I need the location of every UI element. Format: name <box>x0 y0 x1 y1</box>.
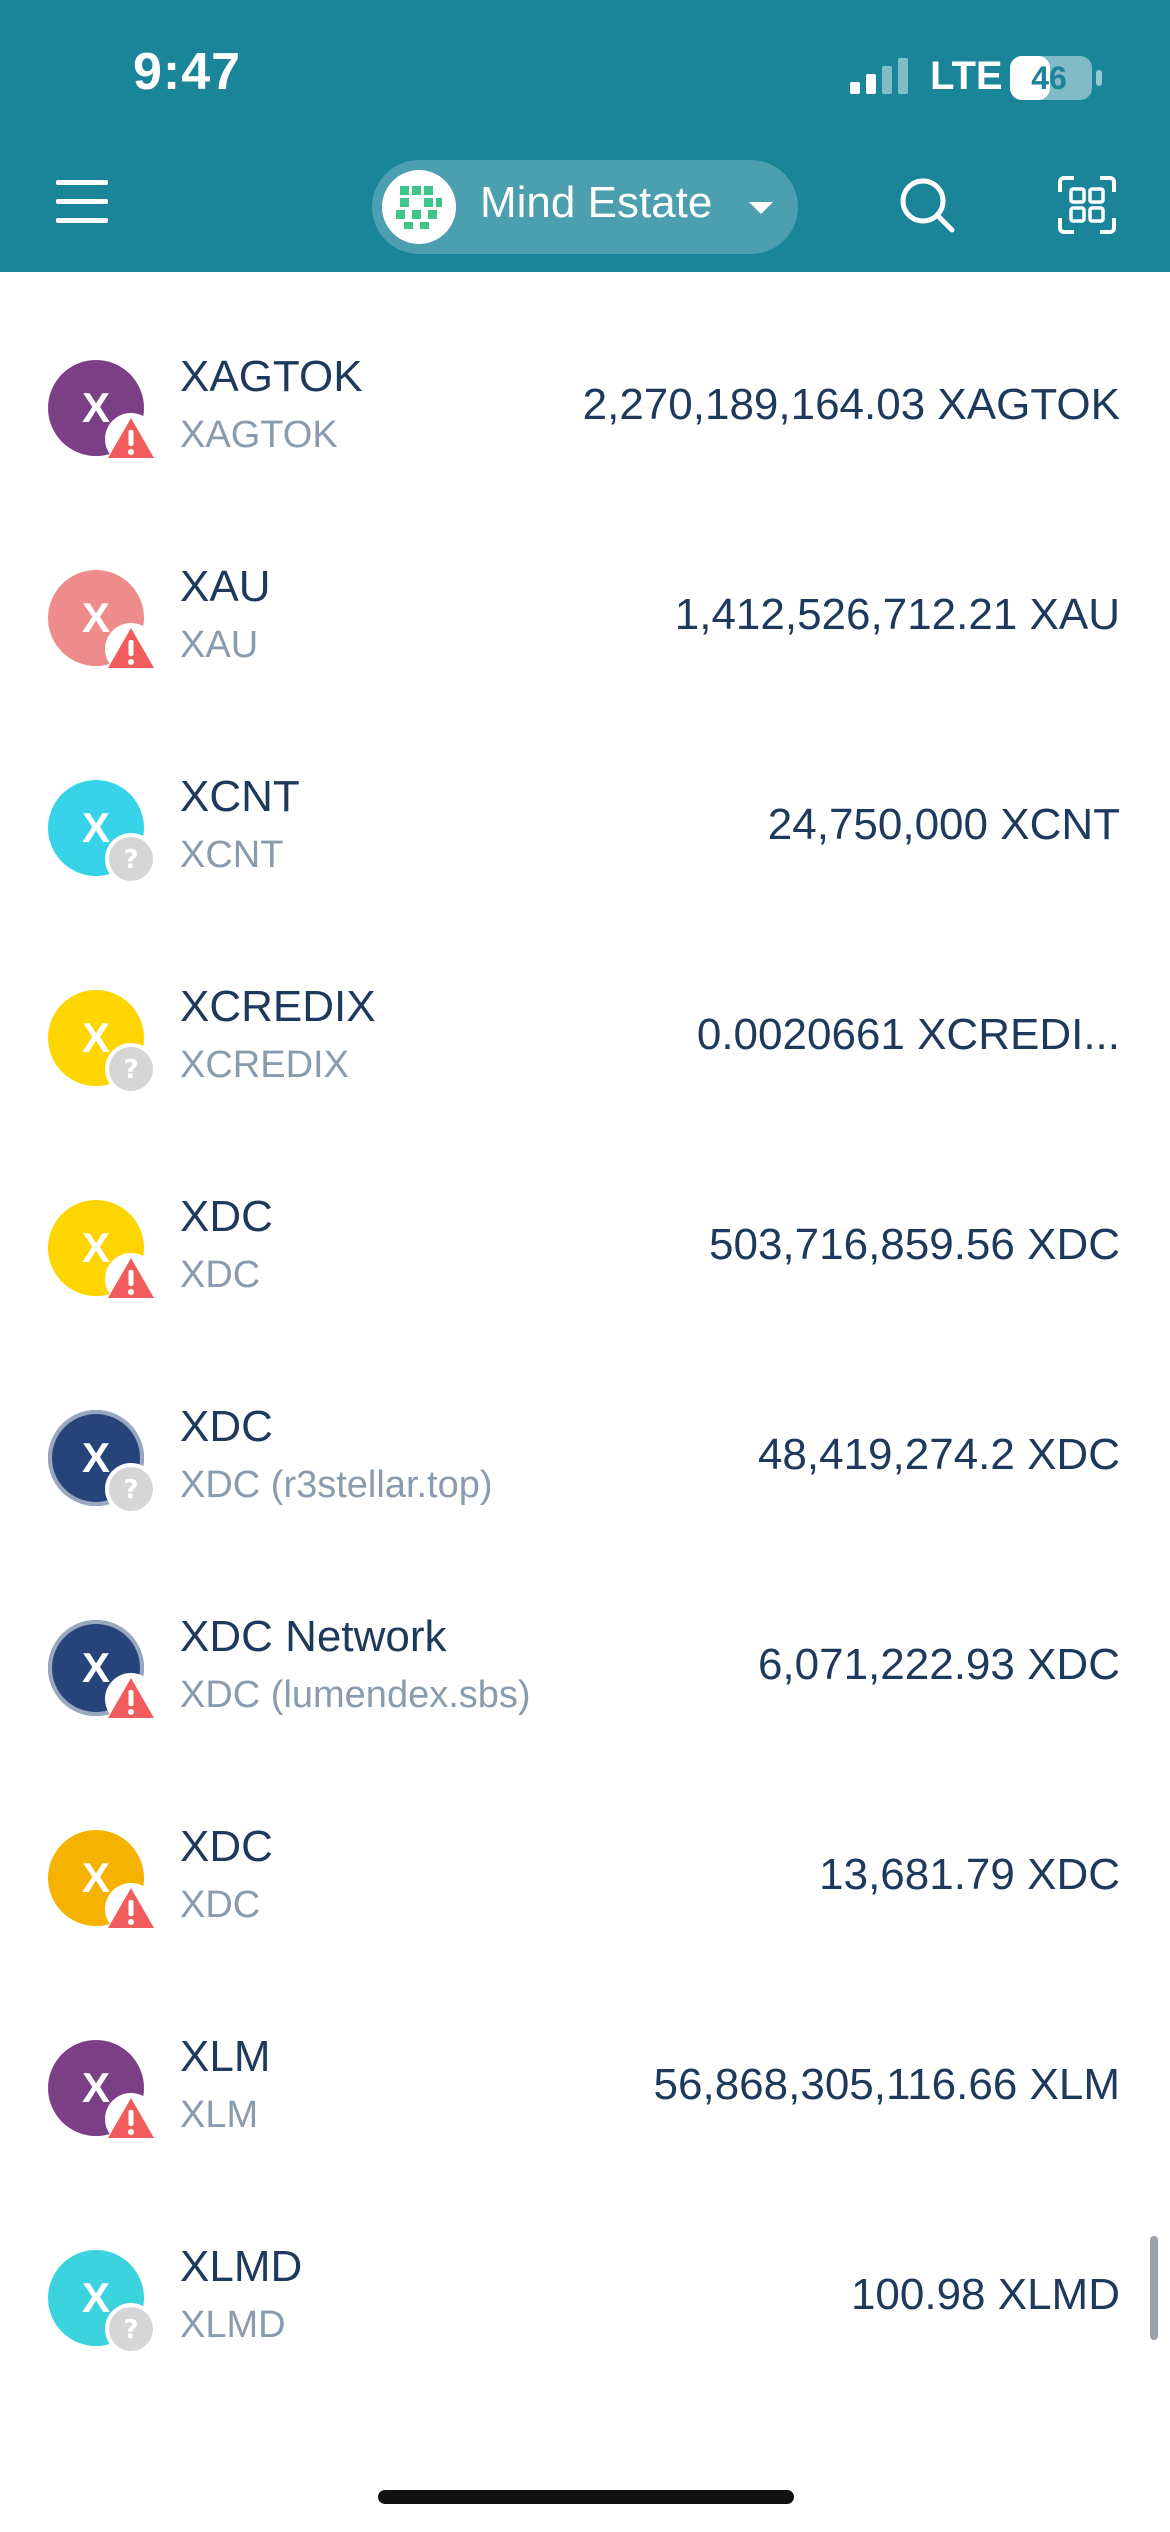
asset-issuer: XCNT <box>180 834 284 876</box>
asset-row[interactable]: X ? XCNT XCNT 24,750,000 XCNT <box>0 692 1170 902</box>
asset-balance: 2,270,189,164.03 XAGTOK <box>582 380 1120 429</box>
scrollbar[interactable] <box>1150 2236 1158 2340</box>
chevron-down-icon <box>749 202 773 214</box>
asset-name: XDC <box>180 1822 273 1871</box>
asset-issuer: XDC (lumendex.sbs) <box>180 1674 531 1716</box>
asset-name: XLM <box>180 2032 271 2081</box>
unknown-badge-icon: ? <box>105 833 157 885</box>
asset-row[interactable]: X ? XLMD XLMD 100.98 XLMD <box>0 2162 1170 2372</box>
asset-issuer: XAU <box>180 624 259 666</box>
asset-row[interactable]: X XAGTOK XAGTOK 2,270,189,164.03 XAGTOK <box>0 272 1170 482</box>
svg-text:?: ? <box>123 845 138 875</box>
asset-name: XLMD <box>180 2242 303 2291</box>
asset-balance: 56,868,305,116.66 XLM <box>653 2060 1120 2109</box>
asset-balance: 24,750,000 XCNT <box>767 800 1120 849</box>
asset-balance: 503,716,859.56 XDC <box>709 1220 1120 1269</box>
asset-name: XDC Network <box>180 1612 447 1661</box>
asset-balance: 6,071,222.93 XDC <box>757 1640 1120 1689</box>
asset-balance: 48,419,274.2 XDC <box>757 1430 1120 1479</box>
warning-badge-icon <box>105 413 157 465</box>
asset-row[interactable]: X XDC XDC 13,681.79 XDC <box>0 1742 1170 1952</box>
asset-balance: 100.98 XLMD <box>850 2270 1120 2319</box>
asset-name: XCNT <box>180 772 300 821</box>
asset-name: XDC <box>180 1192 273 1241</box>
app-header: 9:47 LTE 46 Mind Estate <box>0 0 1170 272</box>
unknown-badge-icon: ? <box>105 2303 157 2355</box>
asset-issuer: XLM <box>180 2094 259 2136</box>
warning-badge-icon <box>105 1253 157 1305</box>
network-type: LTE <box>930 54 1003 98</box>
wallet-selector[interactable]: Mind Estate <box>372 160 798 254</box>
unknown-badge-icon: ? <box>105 1043 157 1095</box>
home-indicator[interactable] <box>378 2490 794 2504</box>
asset-issuer: XDC <box>180 1884 261 1926</box>
asset-name: XAGTOK <box>180 352 363 401</box>
svg-text:?: ? <box>123 1475 138 1505</box>
asset-name: XAU <box>180 562 271 611</box>
asset-name: XDC <box>180 1402 273 1451</box>
asset-row[interactable]: X XDC XDC 503,716,859.56 XDC <box>0 1112 1170 1322</box>
search-icon[interactable] <box>896 174 958 236</box>
asset-balance: 13,681.79 XDC <box>819 1850 1120 1899</box>
qr-scan-icon[interactable] <box>1056 174 1118 236</box>
warning-badge-icon <box>105 2093 157 2145</box>
wallet-avatar <box>382 170 456 244</box>
status-time: 9:47 <box>133 43 242 101</box>
asset-issuer: XCREDIX <box>180 1044 349 1086</box>
asset-issuer: XAGTOK <box>180 414 338 456</box>
warning-badge-icon <box>105 1883 157 1935</box>
unknown-badge-icon: ? <box>105 1463 157 1515</box>
wallet-name: Mind Estate <box>480 178 713 227</box>
asset-row[interactable]: X XLM XLM 56,868,305,116.66 XLM <box>0 1952 1170 2162</box>
svg-text:?: ? <box>123 2315 138 2345</box>
asset-row[interactable]: X XDC Network XDC (lumendex.sbs) 6,071,2… <box>0 1532 1170 1742</box>
hamburger-menu-icon[interactable] <box>52 172 112 232</box>
battery-level: 46 <box>1031 60 1067 96</box>
asset-name: XCREDIX <box>180 982 376 1031</box>
warning-badge-icon <box>105 1673 157 1725</box>
asset-issuer: XDC (r3stellar.top) <box>180 1464 493 1506</box>
asset-row[interactable]: X XAU XAU 1,412,526,712.21 XAU <box>0 482 1170 692</box>
cellular-signal-icon <box>850 58 908 94</box>
svg-text:?: ? <box>123 1055 138 1085</box>
asset-issuer: XLMD <box>180 2304 286 2346</box>
asset-issuer: XDC <box>180 1254 261 1296</box>
asset-row[interactable]: X ? XDC XDC (r3stellar.top) 48,419,274.2… <box>0 1322 1170 1532</box>
asset-row[interactable]: X ? XCREDIX XCREDIX 0.0020661 XCREDI... <box>0 902 1170 1112</box>
asset-balance: 0.0020661 XCREDI... <box>696 1010 1120 1059</box>
warning-badge-icon <box>105 623 157 675</box>
asset-balance: 1,412,526,712.21 XAU <box>674 590 1120 639</box>
identicon-icon <box>396 186 442 229</box>
